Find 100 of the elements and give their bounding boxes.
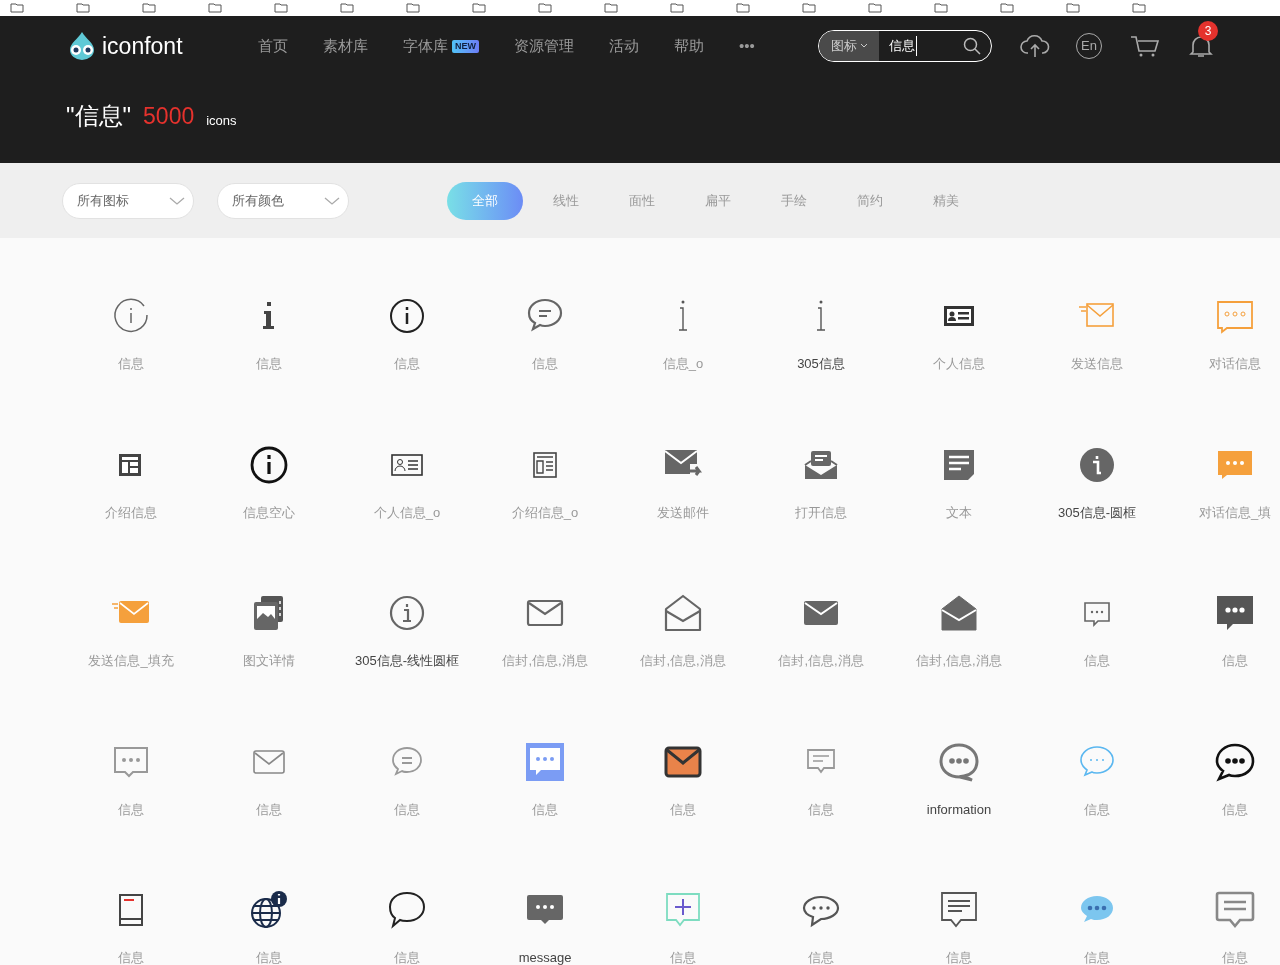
icon-name[interactable]: message bbox=[518, 948, 572, 965]
search-scope-dropdown[interactable]: 图标 bbox=[819, 31, 879, 61]
icon-name[interactable]: 信息空心 bbox=[243, 502, 295, 522]
icon-name[interactable]: 信封,信息,消息 bbox=[502, 651, 588, 671]
nav-link[interactable]: 帮助 bbox=[674, 34, 704, 58]
filter-dropdown[interactable]: 所有颜色 bbox=[217, 182, 349, 219]
folder-icon[interactable] bbox=[472, 3, 486, 13]
style-tab[interactable]: 全部 bbox=[447, 181, 523, 220]
cart-icon[interactable] bbox=[1130, 34, 1160, 58]
icon-name[interactable]: 信息 bbox=[670, 799, 696, 819]
speech-bubble-icon[interactable] bbox=[387, 890, 427, 930]
search-icon[interactable] bbox=[963, 37, 981, 55]
folder-icon[interactable] bbox=[76, 3, 90, 13]
icon-name[interactable]: 介绍信息 bbox=[105, 502, 157, 522]
chevron-down-icon bbox=[324, 195, 340, 206]
icon-name[interactable]: 信息 bbox=[394, 799, 420, 819]
icon-name[interactable]: 对话信息 bbox=[1209, 354, 1261, 374]
icon-name[interactable]: 信息 bbox=[118, 354, 144, 374]
nav-link[interactable]: 活动 bbox=[609, 34, 639, 58]
folder-icon[interactable] bbox=[736, 3, 750, 13]
icon-name[interactable]: 信息 bbox=[1084, 948, 1110, 965]
icon-name[interactable]: 信息 bbox=[118, 799, 144, 819]
chat-dots-icon[interactable] bbox=[1215, 741, 1255, 782]
nav-link[interactable]: 素材库 bbox=[323, 34, 368, 58]
icon-name[interactable]: 个人信息 bbox=[933, 354, 985, 374]
icon-name[interactable]: 信息 bbox=[946, 948, 972, 965]
icon-name[interactable]: 信息_o bbox=[662, 354, 704, 374]
icon-name[interactable]: 信息 bbox=[532, 354, 558, 374]
icon-name[interactable]: 信封,信息,消息 bbox=[778, 651, 864, 671]
icon-name[interactable]: 305信息 bbox=[797, 354, 845, 374]
style-tab[interactable]: 精美 bbox=[913, 181, 979, 220]
chat-dots-icon[interactable] bbox=[939, 741, 979, 782]
icon-name[interactable]: 信息 bbox=[118, 948, 144, 965]
icon-name[interactable]: 信息 bbox=[256, 948, 282, 965]
nav-link[interactable]: 字体库 NEW bbox=[403, 34, 479, 58]
icon-name[interactable]: 发送信息_填充 bbox=[88, 651, 174, 671]
globe-icon[interactable] bbox=[249, 890, 289, 930]
info-icon[interactable] bbox=[249, 444, 289, 485]
icon-name[interactable]: 信息 bbox=[1222, 651, 1248, 671]
icon-name[interactable]: 信息 bbox=[808, 799, 834, 819]
icon-name[interactable]: 305信息-线性圆框 bbox=[355, 651, 459, 671]
style-tab[interactable]: 面性 bbox=[609, 181, 675, 220]
icon-name[interactable]: 信息 bbox=[256, 354, 282, 374]
icon-name[interactable]: 信息 bbox=[1222, 799, 1248, 819]
folder-icon[interactable] bbox=[604, 3, 618, 13]
folder-icon[interactable] bbox=[274, 3, 288, 13]
icon-name[interactable]: information bbox=[926, 799, 992, 819]
icon-name[interactable]: 信息 bbox=[1222, 948, 1248, 965]
new-badge: NEW bbox=[452, 39, 479, 53]
open-envelope-icon[interactable] bbox=[663, 593, 703, 633]
icon-name[interactable]: 信息 bbox=[808, 948, 834, 965]
folder-icon[interactable] bbox=[1066, 3, 1080, 13]
folder-icon[interactable] bbox=[1000, 3, 1014, 13]
chat-dots-icon[interactable] bbox=[525, 741, 565, 782]
nav-link[interactable]: ••• bbox=[739, 34, 755, 58]
open-envelope-icon[interactable] bbox=[939, 593, 979, 633]
nav-link[interactable]: 资源管理 bbox=[514, 34, 574, 58]
icon-name[interactable]: 信息 bbox=[1084, 651, 1110, 671]
icon-name[interactable]: 信封,信息,消息 bbox=[640, 651, 726, 671]
icon-name[interactable]: 打开信息 bbox=[795, 502, 847, 522]
icon-name[interactable]: 发送信息 bbox=[1071, 354, 1123, 374]
icon-name[interactable]: 对话信息_填 bbox=[1198, 502, 1272, 522]
icon-name[interactable]: 信息 bbox=[256, 799, 282, 819]
icon-name[interactable]: 信息 bbox=[532, 799, 558, 819]
style-tab[interactable]: 扁平 bbox=[685, 181, 751, 220]
notification-badge: 3 bbox=[1198, 21, 1218, 41]
icon-name[interactable]: 文本 bbox=[946, 502, 972, 522]
chat-lines-icon[interactable] bbox=[1215, 890, 1255, 930]
folder-icon[interactable] bbox=[1132, 3, 1146, 13]
nav-label: 字体库 bbox=[403, 35, 448, 56]
chevron-down-icon bbox=[169, 195, 185, 206]
folder-icon[interactable] bbox=[10, 3, 24, 13]
chat-lines-icon[interactable] bbox=[939, 890, 979, 930]
icon-name[interactable]: 305信息-圆框 bbox=[1058, 502, 1136, 522]
chat-dots-icon[interactable] bbox=[1215, 593, 1255, 633]
style-tab[interactable]: 线性 bbox=[533, 181, 599, 220]
icon-name[interactable]: 发送邮件 bbox=[657, 502, 709, 522]
folder-icon[interactable] bbox=[934, 3, 948, 13]
icon-name[interactable]: 信息 bbox=[394, 354, 420, 374]
icon-name[interactable]: 信息 bbox=[670, 948, 696, 965]
icon-name[interactable]: 图文详情 bbox=[243, 651, 295, 671]
folder-icon[interactable] bbox=[538, 3, 552, 13]
icon-name[interactable]: 信息 bbox=[1084, 799, 1110, 819]
folder-icon[interactable] bbox=[340, 3, 354, 13]
style-tab[interactable]: 简约 bbox=[837, 181, 903, 220]
folder-icon[interactable] bbox=[802, 3, 816, 13]
folder-icon[interactable] bbox=[670, 3, 684, 13]
filter-dropdown[interactable]: 所有图标 bbox=[62, 182, 194, 219]
cloud-upload-icon[interactable] bbox=[1020, 34, 1050, 58]
info-icon[interactable] bbox=[387, 296, 427, 336]
folder-icon[interactable] bbox=[208, 3, 222, 13]
icon-name[interactable]: 个人信息_o bbox=[373, 502, 441, 522]
folder-icon[interactable] bbox=[868, 3, 882, 13]
style-tab[interactable]: 手绘 bbox=[761, 181, 827, 220]
folder-icon[interactable] bbox=[406, 3, 420, 13]
folder-icon[interactable] bbox=[142, 3, 156, 13]
nav-link[interactable]: 首页 bbox=[258, 34, 288, 58]
icon-name[interactable]: 信封,信息,消息 bbox=[916, 651, 1002, 671]
icon-name[interactable]: 介绍信息_o bbox=[511, 502, 579, 522]
icon-name[interactable]: 信息 bbox=[394, 948, 420, 965]
